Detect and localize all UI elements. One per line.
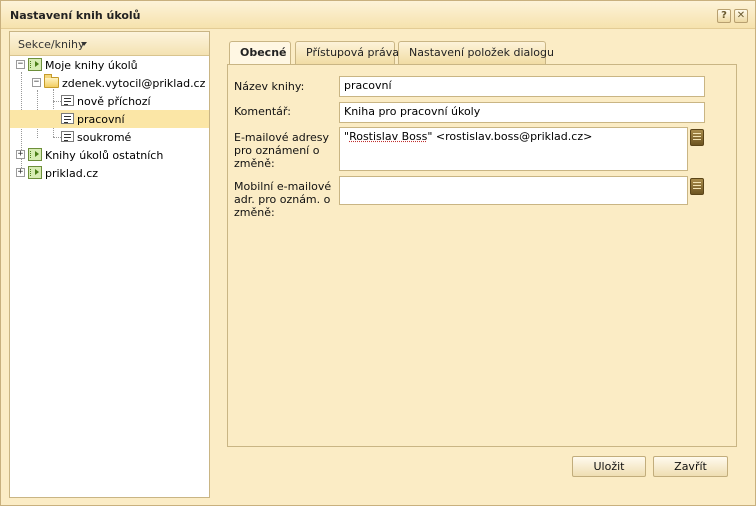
expand-icon[interactable]: +: [16, 168, 25, 177]
tab-panel-obecne: Název knihy: pracovní Komentář: Kniha pr…: [227, 64, 737, 447]
tree-item-nove-prichozi[interactable]: nově příchozí: [10, 92, 209, 110]
tree-item-label: nově příchozí: [77, 95, 151, 108]
task-list-icon: [61, 131, 74, 142]
tree-item-label: priklad.cz: [45, 167, 99, 180]
task-list-icon: [61, 113, 74, 124]
tab-pristupova-prava[interactable]: Přístupová práva: [295, 41, 399, 64]
tree-item-label: Knihy úkolů ostatních: [45, 149, 164, 162]
tree-item-label: Moje knihy úkolů: [45, 59, 138, 72]
title-bar[interactable]: Nastavení knih úkolů ? ✕: [1, 1, 755, 29]
tree-item-account[interactable]: − zdenek.vytocil@priklad.cz: [10, 74, 209, 92]
help-icon[interactable]: ?: [717, 9, 731, 23]
task-book-icon: [28, 58, 42, 71]
tree-item-pracovni[interactable]: pracovní: [10, 110, 209, 128]
email-name: Rostislav Boss: [349, 130, 428, 143]
task-book-icon: [28, 166, 42, 179]
email-suffix: " <rostislav.boss@priklad.cz>: [427, 130, 593, 143]
address-book-icon[interactable]: [690, 129, 704, 146]
email-label: E-mailové adresy pro oznámení o změně:: [234, 131, 330, 170]
sections-dropdown[interactable]: Sekce/knihy: [10, 32, 209, 56]
address-book-icon[interactable]: [690, 178, 704, 195]
close-icon[interactable]: ✕: [734, 9, 748, 23]
collapse-icon[interactable]: −: [16, 60, 25, 69]
tree-item-label: soukromé: [77, 131, 132, 144]
expand-icon[interactable]: +: [16, 150, 25, 159]
book-name-input[interactable]: pracovní: [339, 76, 705, 97]
tree-item-knihy-ostatnich[interactable]: + Knihy úkolů ostatních: [10, 146, 209, 164]
save-button[interactable]: Uložit: [572, 456, 646, 477]
tree-item-moje-knihy[interactable]: − Moje knihy úkolů: [10, 56, 209, 74]
folder-icon: [44, 74, 59, 88]
tree-item-label: zdenek.vytocil@priklad.cz: [62, 77, 206, 90]
comment-input[interactable]: Kniha pro pracovní úkoly: [339, 102, 705, 123]
caret-down-icon: [81, 42, 87, 46]
sections-dropdown-label: Sekce/knihy: [18, 38, 85, 51]
mobile-label: Mobilní e-mailové adr. pro oznám. o změn…: [234, 180, 332, 219]
task-list-icon: [61, 95, 74, 106]
email-addresses-textarea[interactable]: "Rostislav Boss" <rostislav.boss@priklad…: [339, 127, 688, 171]
window-title: Nastavení knih úkolů: [10, 9, 141, 22]
tab-obecne[interactable]: Obecné: [229, 41, 291, 65]
tree-item-soukrome[interactable]: soukromé: [10, 128, 209, 146]
tree-item-label: pracovní: [77, 113, 125, 126]
dialog-window: Nastavení knih úkolů ? ✕ Sekce/knihy − M…: [0, 0, 756, 506]
tree-item-priklad[interactable]: + priklad.cz: [10, 164, 209, 182]
tab-nastaveni-polozek[interactable]: Nastavení položek dialogu: [398, 41, 554, 64]
comment-label: Komentář:: [234, 105, 291, 118]
sidebar-panel: Sekce/knihy − Moje knihy úkolů − zdenek.…: [9, 31, 210, 498]
collapse-icon[interactable]: −: [32, 78, 41, 87]
name-label: Název knihy:: [234, 80, 305, 93]
task-book-icon: [28, 148, 42, 161]
close-button[interactable]: Zavřít: [653, 456, 728, 477]
mobile-email-textarea[interactable]: [339, 176, 688, 205]
